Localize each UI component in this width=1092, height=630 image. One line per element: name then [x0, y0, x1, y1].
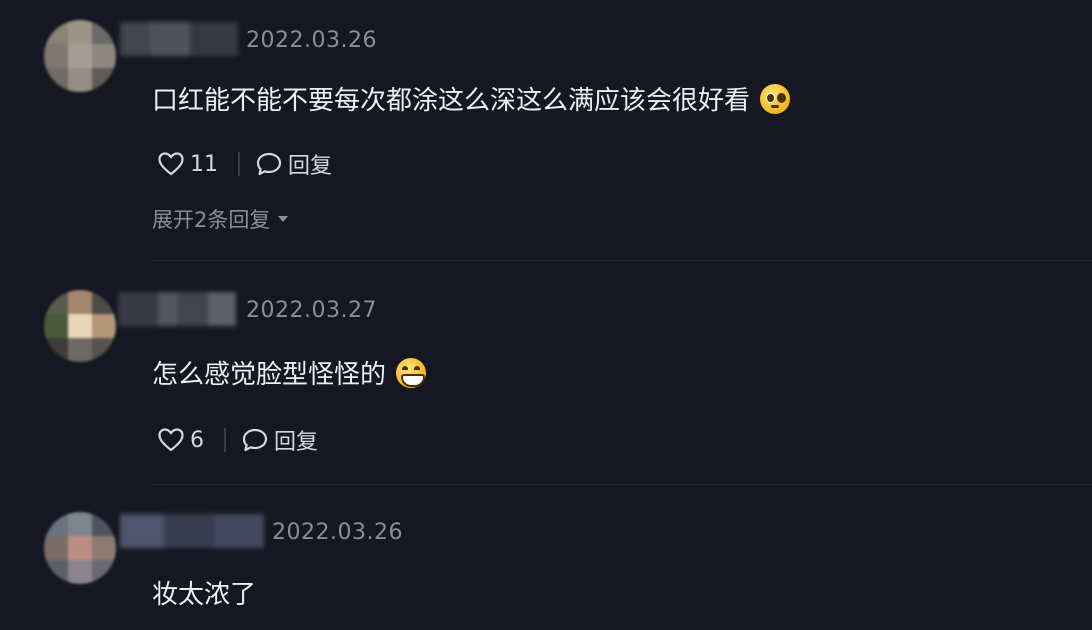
comment-text: 怎么感觉脸型怪怪的 [152, 354, 427, 391]
divider [238, 152, 240, 176]
reply-label: 回复 [274, 430, 319, 455]
grinning-face-icon [396, 357, 427, 388]
comment-item: 2022.03.26 口红能不能不要每次都涂这么深这么满应该会很好看 11 回复… [0, 20, 1092, 261]
caret-down-icon [278, 216, 289, 222]
like-count: 11 [190, 151, 218, 177]
reply-button[interactable]: 回复 [242, 424, 318, 456]
reply-button[interactable]: 回复 [256, 148, 332, 180]
comment-text: 妆太浓了 [152, 574, 256, 611]
heart-icon [158, 152, 184, 176]
reply-label: 回复 [288, 154, 333, 179]
comment-text: 口红能不能不要每次都涂这么深这么满应该会很好看 [152, 80, 791, 117]
heart-icon [158, 428, 184, 452]
like-count: 6 [190, 427, 204, 453]
avatar[interactable] [44, 512, 116, 584]
like-button[interactable]: 6 [158, 428, 204, 453]
pleading-face-icon [760, 83, 791, 114]
comment-date: 2022.03.26 [246, 28, 377, 53]
comment-body: 怎么感觉脸型怪怪的 [152, 360, 387, 390]
comment-date: 2022.03.26 [272, 520, 403, 545]
avatar[interactable] [44, 290, 116, 362]
comment-date: 2022.03.27 [246, 298, 377, 323]
speech-bubble-icon [256, 152, 282, 176]
comment-item: 2022.03.27 怎么感觉脸型怪怪的 6 回复 [0, 290, 1092, 490]
comment-actions: 6 回复 [158, 424, 318, 456]
username[interactable] [120, 22, 238, 56]
username[interactable] [120, 514, 264, 548]
divider [224, 428, 226, 452]
expand-replies-label: 展开2条回复 [152, 208, 271, 232]
speech-bubble-icon [242, 428, 268, 452]
like-button[interactable]: 11 [158, 152, 218, 177]
comment-actions: 11 回复 [158, 148, 332, 180]
username[interactable] [118, 292, 236, 326]
comment-body: 妆太浓了 [152, 580, 257, 610]
comment-item: 2022.03.26 妆太浓了 [0, 512, 1092, 630]
divider [152, 260, 1092, 261]
avatar[interactable] [44, 20, 116, 92]
comment-body: 口红能不能不要每次都涂这么深这么满应该会很好看 [152, 86, 751, 116]
comment-list: 2022.03.26 口红能不能不要每次都涂这么深这么满应该会很好看 11 回复… [0, 0, 1092, 630]
expand-replies-button[interactable]: 展开2条回复 [152, 204, 289, 234]
divider [152, 484, 1092, 485]
